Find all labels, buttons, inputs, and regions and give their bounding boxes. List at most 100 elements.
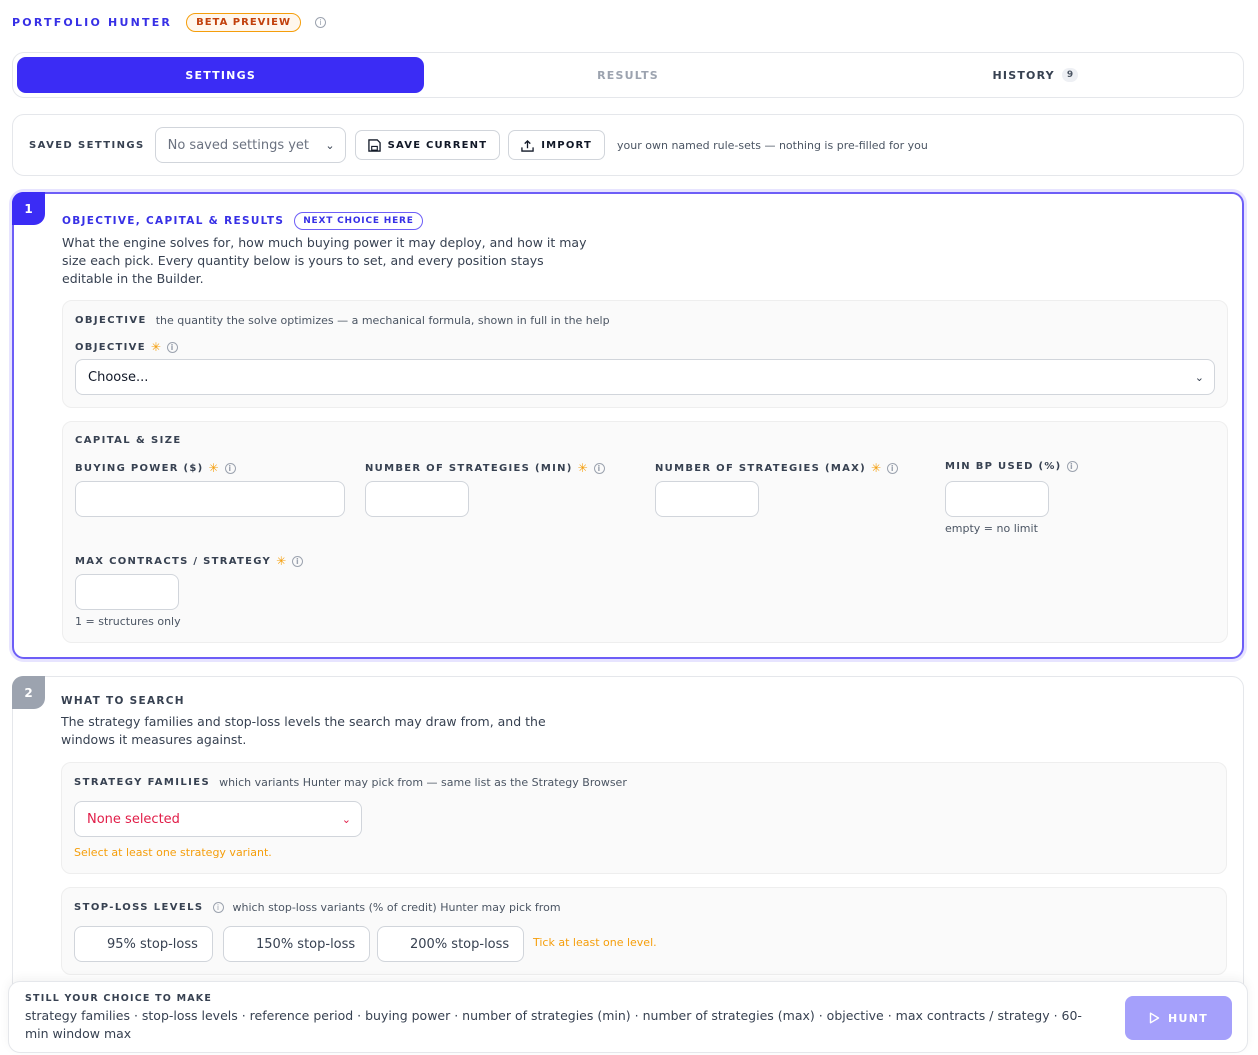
tab-history-label: HISTORY — [992, 68, 1055, 82]
num-max-label-text: NUMBER OF STRATEGIES (MAX) — [655, 462, 867, 474]
capital-size-card: CAPITAL & SIZE BUYING POWER ($) ✳ i NUMBER… — [62, 421, 1228, 643]
buying-power-input[interactable] — [75, 481, 345, 517]
stoploss-card-subtitle: which stop-loss variants (% of credit) H… — [232, 901, 561, 914]
stop-loss-card: STOP-LOSS LEVELS i which stop-loss varia… — [61, 887, 1227, 975]
required-asterisk-icon: ✳ — [208, 461, 220, 475]
info-icon[interactable]: i — [212, 902, 224, 913]
saved-settings-bar: SAVED SETTINGS No saved settings yet ⌄ S… — [12, 114, 1244, 176]
info-icon[interactable]: i — [594, 462, 606, 474]
stoploss-card-header: STOP-LOSS LEVELS i which stop-loss varia… — [74, 901, 561, 914]
option-label: 150% stop-loss — [256, 936, 356, 952]
num-strategies-max-input[interactable] — [655, 481, 759, 517]
beta-badge: BETA PREVIEW — [186, 12, 301, 32]
section-objective: 1 OBJECTIVE, CAPITAL & RESULTS NEXT CHOI… — [12, 192, 1244, 659]
save-current-button[interactable]: SAVE CURRENT — [354, 130, 501, 160]
section-number: 1 — [12, 192, 45, 225]
tab-settings[interactable]: SETTINGS — [17, 57, 425, 93]
chevron-down-icon: ⌄ — [325, 138, 335, 152]
objective-select[interactable]: Choose... ⌄ — [75, 359, 1215, 395]
stop-loss-option-150[interactable]: 150% stop-loss — [223, 926, 371, 962]
min-bp-input[interactable] — [945, 481, 1049, 517]
info-icon[interactable]: i — [887, 462, 899, 474]
stoploss-warning: Tick at least one level. — [533, 936, 657, 949]
objective-label-text: OBJECTIVE — [75, 341, 146, 353]
info-icon[interactable]: i — [292, 555, 304, 567]
info-icon[interactable]: i — [1066, 461, 1078, 472]
hunt-label: HUNT — [1167, 1011, 1209, 1025]
hunt-button[interactable]: HUNT — [1125, 996, 1232, 1040]
required-asterisk-icon: ✳ — [276, 554, 288, 568]
strategy-families-select[interactable]: None selected ⌄ — [74, 801, 362, 837]
saved-settings-select[interactable]: No saved settings yet ⌄ — [154, 127, 346, 163]
option-label: 95% stop-loss — [107, 936, 198, 952]
families-card-title: STRATEGY FAMILIES — [74, 777, 211, 788]
tab-results-label: RESULTS — [597, 68, 659, 82]
import-button[interactable]: IMPORT — [508, 130, 606, 160]
capital-card-header: CAPITAL & SIZE — [75, 435, 182, 446]
section-title: WHAT TO SEARCH — [61, 695, 185, 707]
play-icon — [1149, 1012, 1160, 1024]
min-bp-note: empty = no limit — [945, 522, 1038, 535]
families-card-header: STRATEGY FAMILIES which variants Hunter … — [74, 776, 627, 789]
pending-choices-footer: STILL YOUR CHOICE TO MAKE strategy famil… — [8, 981, 1248, 1053]
info-icon[interactable]: i — [167, 341, 179, 353]
capital-card-title: CAPITAL & SIZE — [75, 435, 182, 446]
section-title-text: OBJECTIVE, CAPITAL & RESULTS — [62, 215, 285, 227]
section-description: The strategy families and stop-loss leve… — [61, 714, 546, 747]
required-asterisk-icon: ✳ — [871, 461, 883, 475]
objective-field-label: OBJECTIVE ✳ i — [75, 340, 179, 354]
tab-bar: SETTINGS RESULTS HISTORY 9 — [12, 52, 1244, 98]
next-choice-pill: NEXT CHOICE HERE — [294, 212, 423, 230]
families-warning: Select at least one strategy variant. — [74, 846, 272, 859]
stoploss-card-title: STOP-LOSS LEVELS — [74, 902, 204, 913]
max-contracts-label: MAX CONTRACTS / STRATEGY ✳ i — [75, 554, 304, 568]
objective-card-title: OBJECTIVE — [75, 315, 147, 326]
pending-choices-list: strategy families · stop-loss levels · r… — [25, 1008, 1082, 1041]
save-icon — [367, 138, 381, 152]
top-bar: PORTFOLIO HUNTER BETA PREVIEW i — [12, 10, 326, 34]
objective-select-value: Choose... — [88, 369, 149, 385]
saved-settings-value: No saved settings yet — [167, 137, 310, 153]
upload-icon — [521, 139, 534, 152]
max-contracts-note: 1 = structures only — [75, 615, 181, 628]
families-select-value: None selected — [87, 811, 180, 827]
section-description: What the engine solves for, how much buy… — [62, 235, 587, 286]
info-icon[interactable]: i — [314, 16, 326, 28]
section-what-to-search: 2 WHAT TO SEARCH The strategy families a… — [12, 676, 1244, 1006]
option-label: 200% stop-loss — [410, 936, 510, 952]
tab-history[interactable]: HISTORY 9 — [832, 57, 1239, 93]
num-strategies-max-label: NUMBER OF STRATEGIES (MAX) ✳ i — [655, 461, 899, 475]
families-card-subtitle: which variants Hunter may pick from — sa… — [219, 776, 627, 789]
num-min-label-text: NUMBER OF STRATEGIES (MIN) — [365, 462, 573, 474]
history-count-badge: 9 — [1061, 68, 1079, 82]
saved-settings-hint: your own named rule-sets — nothing is pr… — [617, 138, 928, 152]
stop-loss-option-200[interactable]: 200% stop-loss — [377, 926, 525, 962]
max-contracts-input[interactable] — [75, 574, 179, 610]
tab-settings-label: SETTINGS — [185, 68, 256, 82]
buying-power-label-text: BUYING POWER ($) — [75, 462, 204, 474]
max-contracts-label-text: MAX CONTRACTS / STRATEGY — [75, 555, 272, 567]
tab-results[interactable]: RESULTS — [424, 57, 831, 93]
import-label: IMPORT — [541, 139, 593, 151]
saved-settings-label: SAVED SETTINGS — [29, 139, 145, 151]
save-current-label: SAVE CURRENT — [387, 139, 488, 151]
section-number: 2 — [12, 676, 45, 709]
brand-title: PORTFOLIO HUNTER — [12, 15, 173, 29]
min-bp-label: MIN BP USED (%) i — [945, 461, 1078, 472]
required-asterisk-icon: ✳ — [577, 461, 590, 475]
objective-card-subtitle: the quantity the solve optimizes — a mec… — [155, 314, 610, 327]
stop-loss-option-95[interactable]: 95% stop-loss — [74, 926, 213, 962]
buying-power-label: BUYING POWER ($) ✳ i — [75, 461, 236, 475]
num-strategies-min-label: NUMBER OF STRATEGIES (MIN) ✳ i — [365, 461, 606, 475]
section-title: OBJECTIVE, CAPITAL & RESULTS NEXT CHOICE… — [62, 212, 423, 230]
chevron-down-icon: ⌄ — [1194, 370, 1204, 384]
num-strategies-min-input[interactable] — [365, 481, 469, 517]
required-asterisk-icon: ✳ — [150, 340, 163, 354]
min-bp-label-text: MIN BP USED (%) — [945, 461, 1062, 472]
objective-card-header: OBJECTIVE the quantity the solve optimiz… — [75, 314, 610, 327]
footer-title: STILL YOUR CHOICE TO MAKE — [25, 993, 213, 1004]
chevron-down-icon: ⌄ — [341, 812, 351, 826]
objective-card: OBJECTIVE the quantity the solve optimiz… — [62, 300, 1228, 408]
section-title-text: WHAT TO SEARCH — [61, 695, 185, 707]
info-icon[interactable]: i — [224, 462, 236, 474]
